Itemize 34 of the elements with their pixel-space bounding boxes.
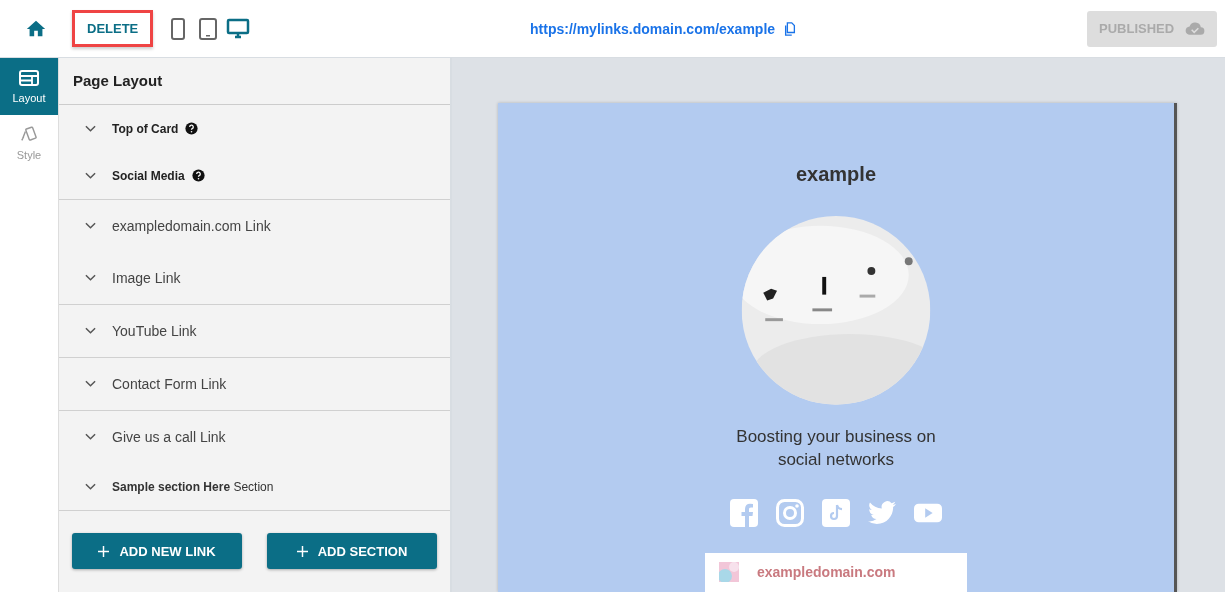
chevron-down-icon [85,482,96,491]
cards-icon [19,126,39,144]
layout-item[interactable]: Contact Form Link [59,358,450,410]
chevron-down-icon [85,171,96,180]
plus-icon [98,545,110,557]
page-url-link[interactable]: https://mylinks.domain.com/example [530,20,776,37]
chevron-down-icon [85,380,96,388]
chevron-down-icon [85,274,96,282]
profile-name: example [795,163,877,186]
layout-item[interactable]: YouTube Link [59,305,450,357]
chevron-down-icon [85,124,96,133]
chevron-down-icon [85,327,96,335]
layout-item[interactable]: exampledomain.com Link [59,200,450,252]
tagline-text: Boosting your business on social networks [735,425,937,471]
chevron-down-icon [85,433,96,441]
help-icon[interactable] [185,122,199,135]
copy-icon[interactable] [783,20,798,37]
layout-item[interactable]: Image Link [59,252,450,304]
chevron-down-icon [85,222,96,230]
layout-icon [19,69,39,87]
layout-item[interactable]: Top of Card [59,105,450,152]
cloud-check-icon [1185,21,1205,36]
desktop-icon[interactable] [226,16,251,41]
panel-title: Page Layout [59,58,450,105]
layout-item[interactable]: Give us a call Link [59,411,450,463]
delete-button[interactable]: DELETE [72,10,154,47]
nav-tab[interactable]: Layout [0,58,58,115]
layout-item[interactable]: Sample section Here Section [59,463,450,510]
layout-item[interactable]: Social Media [59,152,450,199]
help-icon[interactable] [191,169,205,182]
link-label: exampledomain.com [757,564,896,581]
add-button[interactable]: ADD NEW LINK [72,533,242,569]
plus-icon [296,545,308,557]
add-button[interactable]: ADD SECTION [267,533,437,569]
